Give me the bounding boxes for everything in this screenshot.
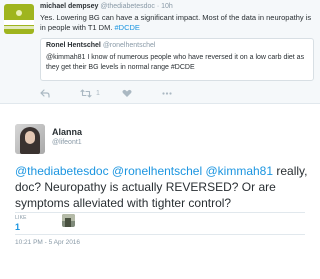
divider xyxy=(15,234,305,235)
reply-tweet: michael dempsey @thediabetesdoc · 10h Ye… xyxy=(0,0,320,103)
likes-count: 1 xyxy=(15,222,21,232)
avatar[interactable] xyxy=(4,4,34,34)
author-name[interactable]: Alanna xyxy=(52,127,82,137)
avatar-mark xyxy=(16,10,22,16)
main-tweet: Alanna @lifeont1 @thediabetesdoc @ronelh… xyxy=(0,103,320,279)
divider xyxy=(15,212,305,213)
tweet-text: @thediabetesdoc @ronelhentschel @kimmah8… xyxy=(15,163,315,211)
tweet-timestamp[interactable]: 10:21 PM - 5 Apr 2016 xyxy=(15,239,80,246)
mention-links[interactable]: @thediabetesdoc @ronelhentschel @kimmah8… xyxy=(15,164,273,178)
liker-avatar[interactable] xyxy=(62,214,75,227)
quoted-author-name: Ronel Hentschel xyxy=(46,42,101,49)
author-meta[interactable]: @thediabetesdoc · 10h xyxy=(100,3,173,10)
heart-icon[interactable] xyxy=(122,89,132,98)
quoted-tweet-header: Ronel Hentschel @ronelhentschel xyxy=(46,42,308,49)
hashtag-link[interactable]: #DCDE xyxy=(114,23,139,32)
liker-avatar-figure xyxy=(65,218,71,227)
author-name[interactable]: michael dempsey xyxy=(40,3,98,10)
tweet-header: michael dempsey @thediabetesdoc · 10h xyxy=(40,3,173,10)
avatar-stripe xyxy=(4,20,34,25)
retweet-count: 1 xyxy=(96,89,100,97)
author-handle[interactable]: @lifeont1 xyxy=(52,139,82,146)
tweet-text-main: Yes. Lowering BG can have a significant … xyxy=(40,13,312,32)
quoted-tweet-text: @kimmah81 I know of numerous people who … xyxy=(46,54,305,71)
avatar-stripe xyxy=(4,26,34,29)
retweet-icon[interactable] xyxy=(80,88,92,98)
tweet-actions: 1 xyxy=(40,88,172,98)
more-icon[interactable] xyxy=(162,91,172,95)
tweet-text: Yes. Lowering BG can have a significant … xyxy=(40,13,314,33)
likes-stat[interactable]: LIKE 1 xyxy=(15,215,27,232)
avatar[interactable] xyxy=(15,124,45,154)
reply-icon[interactable] xyxy=(40,88,50,98)
quoted-author-handle: @ronelhentschel xyxy=(102,42,156,49)
quoted-tweet[interactable]: Ronel Hentschel @ronelhentschel @kimmah8… xyxy=(40,38,314,81)
avatar-face xyxy=(25,131,35,144)
likes-label: LIKE xyxy=(15,215,27,221)
